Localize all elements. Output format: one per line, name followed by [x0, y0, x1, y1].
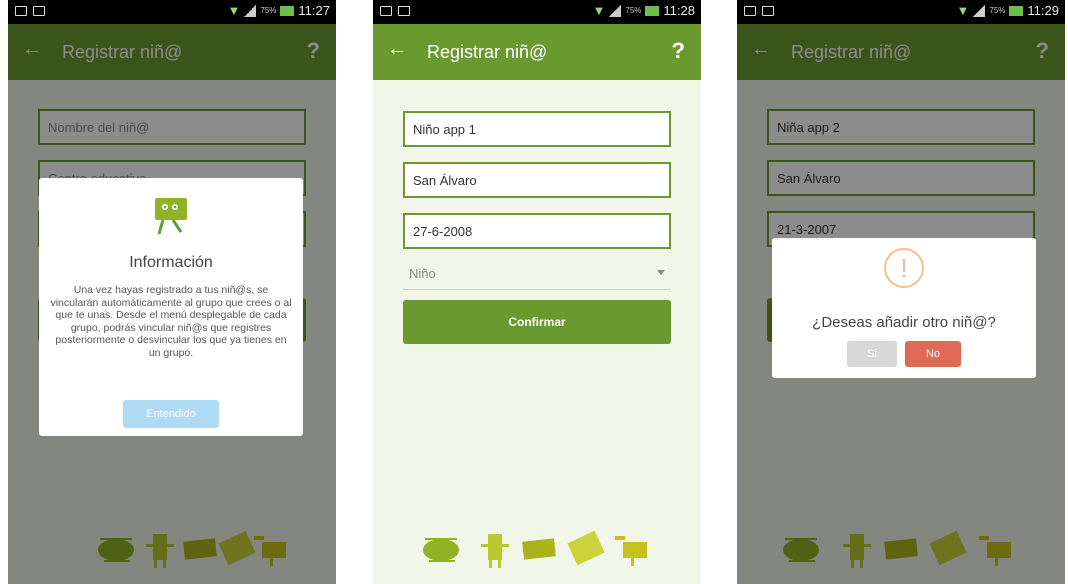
status-bar: ▼ 75% 11:29: [737, 0, 1065, 24]
page-title: Registrar niñ@: [427, 42, 548, 62]
mascots-decoration: [373, 526, 701, 570]
yes-button[interactable]: Si: [847, 341, 897, 367]
no-button[interactable]: No: [905, 341, 961, 367]
child-name-field[interactable]: Niño app 1: [403, 111, 671, 147]
gallery-icon: [744, 6, 756, 16]
screen-3: ▼ 75% 11:29 ← Registrar niñ@ ? Niña app …: [737, 0, 1065, 584]
info-dialog: Información Una vez hayas registrado a t…: [39, 178, 303, 436]
signal-icon: [973, 4, 986, 17]
screen-1: ▼ 75% 11:27 ← Registrar niñ@ ? Nombre de…: [8, 0, 336, 584]
status-time: 11:27: [298, 3, 330, 18]
dialog-body: Una vez hayas registrado a tus niñ@s, se…: [50, 284, 292, 359]
signal-icon: [609, 4, 622, 17]
gender-select-value: Niño: [409, 266, 436, 281]
notification-icon: [33, 6, 45, 16]
notification-icon: [762, 6, 774, 16]
mascot-logo-icon: [155, 198, 187, 235]
status-bar: ▼ 75% 11:27: [8, 0, 336, 24]
help-icon[interactable]: ?: [672, 38, 685, 64]
battery-percent: 75%: [989, 6, 1006, 15]
status-time: 11:28: [663, 3, 695, 18]
wifi-icon: ▼: [227, 3, 241, 18]
status-bar: ▼ 75% 11:28: [373, 0, 701, 24]
battery-percent: 75%: [625, 6, 642, 15]
confirm-button[interactable]: Confirmar: [403, 300, 671, 344]
battery-percent: 75%: [260, 6, 277, 15]
understood-button[interactable]: Entendido: [123, 400, 219, 428]
school-field[interactable]: San Álvaro: [403, 162, 671, 198]
battery-icon: [1009, 5, 1024, 16]
wifi-icon: ▼: [956, 3, 970, 18]
notification-icon: [398, 6, 410, 16]
app-bar: ← Registrar niñ@ ?: [373, 24, 701, 80]
dialog-question: ¿Deseas añadir otro niñ@?: [812, 314, 996, 331]
status-time: 11:29: [1027, 3, 1059, 18]
warning-icon: !: [884, 248, 924, 288]
gender-select[interactable]: Niño: [403, 258, 671, 290]
screen-2: ▼ 75% 11:28 ← Registrar niñ@ ? Niño app …: [373, 0, 701, 584]
wifi-icon: ▼: [592, 3, 606, 18]
gallery-icon: [380, 6, 392, 16]
gallery-icon: [15, 6, 27, 16]
birthdate-field[interactable]: 27-6-2008: [403, 213, 671, 249]
chevron-down-icon: [657, 270, 665, 275]
battery-icon: [645, 5, 660, 16]
signal-icon: [244, 4, 257, 17]
add-another-dialog: ! ¿Deseas añadir otro niñ@? Si No: [772, 238, 1036, 378]
battery-icon: [280, 5, 295, 16]
back-arrow-icon[interactable]: ←: [387, 38, 407, 61]
dialog-title: Información: [129, 254, 213, 271]
